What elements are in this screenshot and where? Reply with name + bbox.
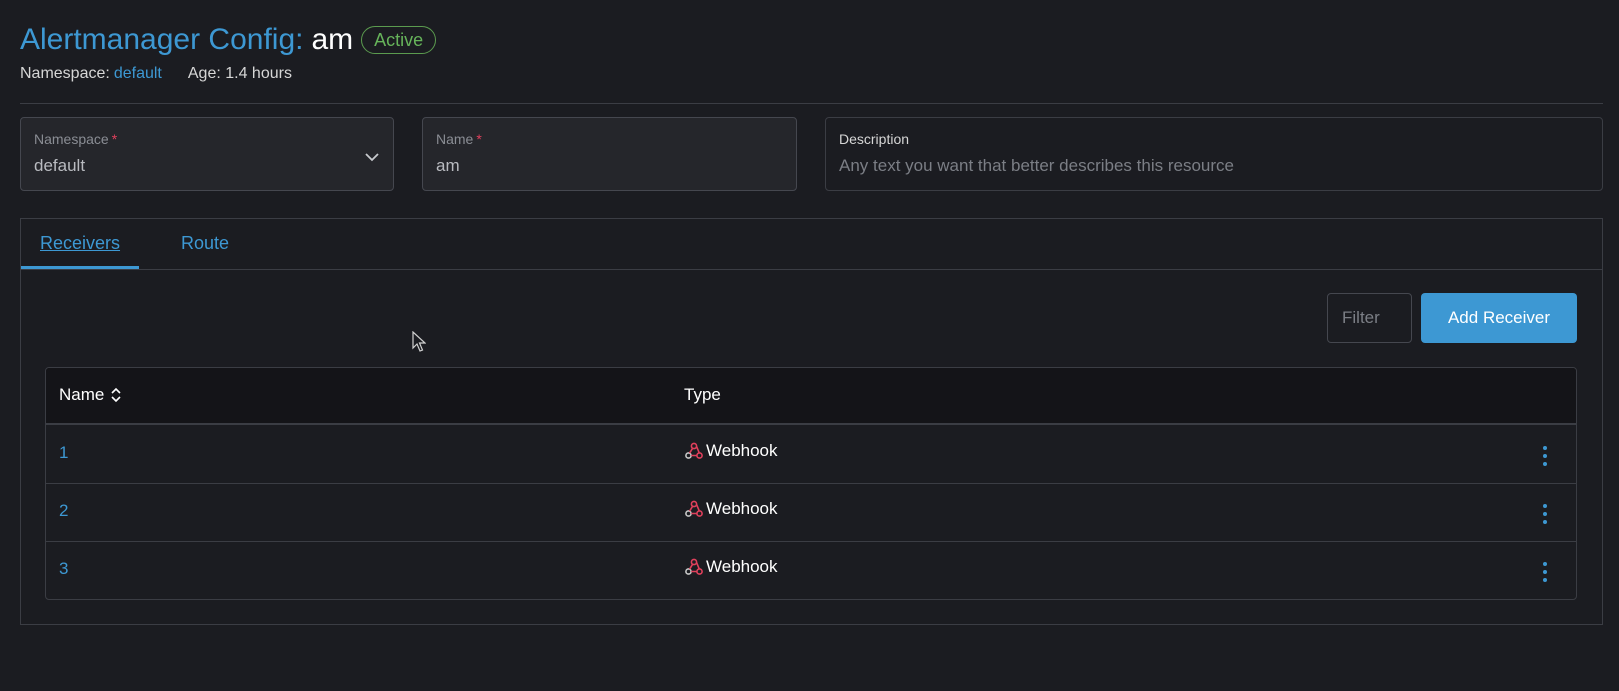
name-field-value: am [436,156,460,175]
receiver-name-link[interactable]: 2 [59,501,68,521]
table-row: 2 Webhook [46,483,1576,542]
description-field[interactable]: Description Any text you want that bette… [825,117,1603,191]
page: Alertmanager Config: am Active Namespace… [0,0,1619,691]
receiver-name-link[interactable]: 3 [59,559,68,579]
description-field-label: Description [839,131,910,147]
tab-route[interactable]: Route [162,219,248,269]
status-badge: Active [361,26,437,54]
required-mark: * [111,131,118,147]
tab-receivers[interactable]: Receivers [21,219,140,269]
receiver-name-link[interactable]: 1 [59,443,68,463]
header-divider [20,103,1603,104]
row-actions-icon[interactable] [1542,561,1548,583]
name-field-label: Name * [436,131,482,147]
table-header: Name Type [46,368,1576,425]
resource-type-link[interactable]: Alertmanager Config: [20,20,303,60]
add-receiver-button[interactable]: Add Receiver [1421,293,1577,343]
description-placeholder: Any text you want that better describes … [839,156,1234,175]
chevron-down-icon[interactable] [363,148,381,166]
receiver-type: Webhook [684,557,778,577]
namespace-meta-label: Namespace: [20,65,110,82]
sort-icon[interactable] [110,387,122,403]
mouse-cursor-icon [412,331,426,352]
table-row: 3 Webhook [46,541,1576,599]
tab-bar: Receivers Route [21,219,1602,270]
column-header-name[interactable]: Name [59,368,122,422]
namespace-meta-link[interactable]: default [114,63,162,85]
namespace-field-label: Namespace * [34,131,118,147]
receiver-type: Webhook [684,499,778,519]
row-actions-icon[interactable] [1542,445,1548,467]
resource-name: am [311,23,354,56]
receiver-type: Webhook [684,441,778,461]
namespace-field-value: default [34,156,86,175]
tabs-panel: Receivers Route Add Receiver Name Type 1 [20,218,1603,625]
table-row: 1 Webhook [46,425,1576,484]
page-title: Alertmanager Config: am Active [20,20,437,60]
required-mark: * [476,131,482,147]
name-field[interactable]: Name * am [422,117,797,191]
column-header-type: Type [684,385,721,404]
webhook-icon [685,500,703,517]
age-meta: Age: 1.4 hours [187,65,292,82]
row-actions-icon[interactable] [1542,503,1548,525]
resource-meta: Namespace: default Age: 1.4 hours [20,63,292,85]
webhook-icon [685,558,703,575]
receivers-table: Name Type 1 Webhook 2 Webhook 3 Webhook [45,367,1577,600]
webhook-icon [685,442,703,459]
namespace-select[interactable]: Namespace * default [20,117,394,191]
filter-input[interactable] [1327,293,1412,343]
